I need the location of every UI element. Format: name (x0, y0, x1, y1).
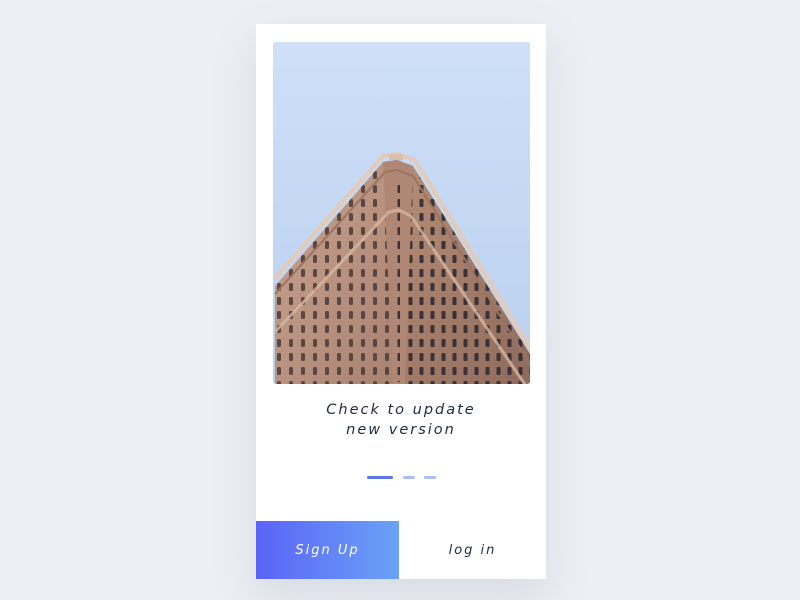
sign-up-button[interactable]: Sign Up (256, 521, 399, 579)
headline: Check to update new version (256, 400, 546, 440)
onboarding-card: Check to update new version Sign Up log … (256, 24, 546, 579)
page-indicator-dot[interactable] (403, 476, 415, 479)
flatiron-building-illustration (273, 42, 530, 384)
hero-image (273, 42, 530, 384)
page-indicator-dot-active[interactable] (367, 476, 393, 479)
headline-line-2: new version (346, 422, 456, 438)
page-indicator-dot[interactable] (424, 476, 436, 479)
page-indicator (256, 476, 546, 479)
headline-line-1: Check to update (326, 402, 476, 418)
log-in-button[interactable]: log in (399, 521, 546, 579)
